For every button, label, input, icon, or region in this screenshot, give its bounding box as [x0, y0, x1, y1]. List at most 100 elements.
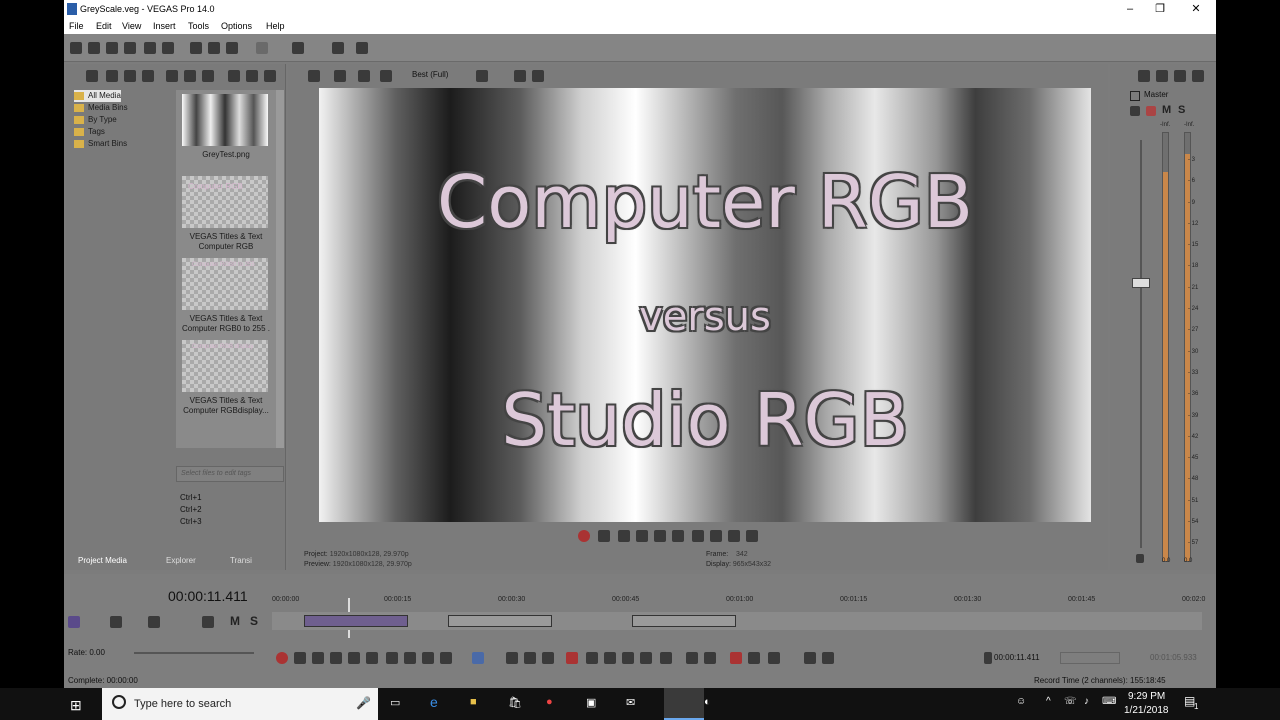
trim-end-icon[interactable]	[622, 652, 634, 664]
menu-insert[interactable]: Insert	[153, 21, 176, 31]
menu-file[interactable]: File	[69, 21, 84, 31]
obs-icon[interactable]: ◐	[704, 696, 711, 708]
network-icon[interactable]: ☏	[1064, 696, 1077, 707]
web-icon[interactable]	[142, 70, 154, 82]
menu-edit[interactable]: Edit	[96, 21, 112, 31]
play-from-start-icon[interactable]	[312, 652, 324, 664]
tags-input[interactable]: Select files to edit tags	[176, 466, 284, 482]
auto-crossfade-icon[interactable]	[748, 652, 760, 664]
overlays-icon[interactable]	[358, 70, 370, 82]
go-to-end-icon[interactable]	[404, 652, 416, 664]
people-icon[interactable]: ☺	[1016, 696, 1026, 707]
stop-icon[interactable]	[366, 652, 378, 664]
tab-explorer[interactable]: Explorer	[166, 556, 196, 565]
menu-tools[interactable]: Tools	[188, 21, 209, 31]
master-fx-icon[interactable]	[1130, 106, 1140, 116]
microphone-icon[interactable]: 🎤	[356, 696, 371, 710]
undo-icon[interactable]	[256, 42, 268, 54]
lock-icon[interactable]	[660, 652, 672, 664]
mail-icon[interactable]: ✉	[626, 696, 635, 709]
save-as-icon[interactable]	[124, 42, 136, 54]
next-frame-icon[interactable]	[440, 652, 452, 664]
master-settings-icon[interactable]	[1138, 70, 1150, 82]
go-to-end-icon[interactable]	[710, 530, 722, 542]
rate-slider[interactable]	[134, 652, 254, 654]
edge-icon[interactable]: e	[430, 694, 438, 710]
clock-time[interactable]: 9:29 PM	[1128, 691, 1165, 702]
terminal-icon[interactable]: ▣	[586, 696, 596, 709]
save-icon[interactable]	[106, 42, 118, 54]
taskbar-search[interactable]: Type here to search 🎤	[102, 688, 378, 720]
close-button[interactable]: ✕	[1178, 1, 1214, 17]
stop-icon[interactable]	[246, 70, 258, 82]
delete-icon[interactable]	[566, 652, 578, 664]
track-mute-button[interactable]: M	[230, 614, 240, 628]
master-automation-icon[interactable]	[1146, 106, 1156, 116]
downmix-icon[interactable]	[1156, 70, 1168, 82]
lock-envelopes-icon[interactable]	[804, 652, 816, 664]
vegas-taskbar-icon[interactable]	[664, 688, 704, 720]
go-to-start-icon[interactable]	[386, 652, 398, 664]
preview-quality-dropdown[interactable]: Best (Full)	[412, 70, 448, 79]
tree-all-media[interactable]: All Media	[74, 90, 121, 102]
dim-icon[interactable]	[1174, 70, 1186, 82]
file-explorer-icon[interactable]: ■	[470, 696, 477, 708]
tray-chevron-icon[interactable]: ^	[1046, 696, 1051, 707]
lock-icon[interactable]	[1136, 554, 1144, 563]
track-solo-button[interactable]: S	[250, 614, 258, 628]
pause-icon[interactable]	[348, 652, 360, 664]
track-motion-icon[interactable]	[110, 616, 122, 628]
enable-snapping-icon[interactable]	[332, 42, 344, 54]
task-view-icon[interactable]: ▭	[390, 696, 400, 709]
selection-start-field[interactable]	[1060, 652, 1120, 664]
open-icon[interactable]	[88, 42, 100, 54]
play-icon[interactable]	[330, 652, 342, 664]
media-thumb-computer-rgb-display[interactable]: Computer RGB display	[182, 340, 268, 392]
prev-frame-icon[interactable]	[728, 530, 740, 542]
play-from-start-icon[interactable]	[618, 530, 630, 542]
media-fx-icon[interactable]	[184, 70, 196, 82]
loop-icon[interactable]	[598, 530, 610, 542]
master-fader[interactable]	[1132, 278, 1150, 288]
tree-media-bins[interactable]: Media Bins	[74, 102, 128, 114]
redo-icon[interactable]	[292, 42, 304, 54]
trim-icon[interactable]	[586, 652, 598, 664]
envelope-tool-icon[interactable]	[506, 652, 518, 664]
grid-icon[interactable]	[476, 70, 488, 82]
normal-edit-tool-icon[interactable]	[472, 652, 484, 664]
ignore-grouping-icon[interactable]	[822, 652, 834, 664]
track-settings-icon[interactable]	[202, 616, 214, 628]
snapping-icon[interactable]	[730, 652, 742, 664]
auto-preview-icon[interactable]	[264, 70, 276, 82]
save-snapshot-icon[interactable]	[532, 70, 544, 82]
media-scrollbar[interactable]	[276, 90, 284, 448]
start-icon[interactable]: ⊞	[70, 697, 82, 714]
tree-by-type[interactable]: By Type	[74, 114, 117, 126]
cut-icon[interactable]	[190, 42, 202, 54]
track-fx-icon[interactable]	[148, 616, 160, 628]
video-clip[interactable]	[632, 615, 736, 627]
chrome-icon[interactable]: ●	[546, 696, 553, 708]
go-to-start-icon[interactable]	[692, 530, 704, 542]
marker-icon[interactable]	[686, 652, 698, 664]
tree-tags[interactable]: Tags	[74, 126, 105, 138]
new-project-icon[interactable]	[70, 42, 82, 54]
properties-icon[interactable]	[162, 42, 174, 54]
selection-tool-icon[interactable]	[524, 652, 536, 664]
maximize-button[interactable]: ❐	[1142, 1, 1178, 17]
copy-icon[interactable]	[208, 42, 220, 54]
prev-frame-icon[interactable]	[422, 652, 434, 664]
render-icon[interactable]	[144, 42, 156, 54]
preview-settings-icon[interactable]	[308, 70, 320, 82]
import-media-icon[interactable]	[86, 70, 98, 82]
master-solo-button[interactable]: S	[1178, 104, 1185, 116]
record-icon[interactable]	[276, 652, 288, 664]
stop-icon[interactable]	[672, 530, 684, 542]
video-clip[interactable]	[448, 615, 552, 627]
get-media-icon[interactable]	[124, 70, 136, 82]
preview-quality-icon[interactable]	[380, 70, 392, 82]
store-icon[interactable]: 🛍	[508, 696, 522, 709]
meter-options-icon[interactable]	[1192, 70, 1204, 82]
ripple-edit-icon[interactable]	[768, 652, 780, 664]
tab-project-media[interactable]: Project Media	[78, 556, 127, 565]
